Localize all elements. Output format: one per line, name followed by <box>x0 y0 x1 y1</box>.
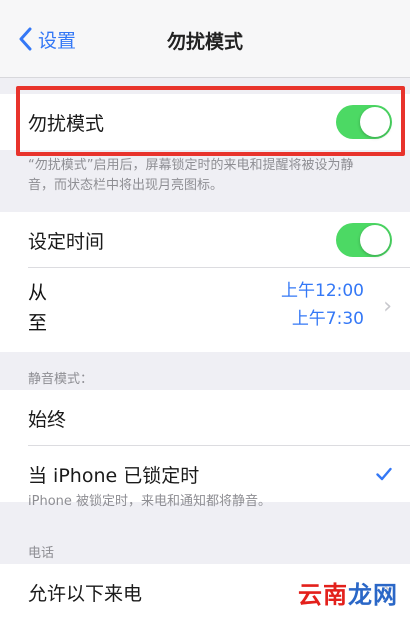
schedule-row: 设定时间 <box>0 212 410 268</box>
from-time: 上午12:00 <box>281 281 364 301</box>
to-label: 至 <box>28 312 48 334</box>
time-range-row[interactable]: 从 至 上午12:00 上午7:30 › <box>0 268 410 352</box>
checkmark-icon <box>376 467 392 481</box>
navigation-bar: 设置 勿扰模式 <box>0 0 410 78</box>
schedule-label: 设定时间 <box>28 230 105 253</box>
locked-label: 当 iPhone 已锁定时 <box>28 464 200 487</box>
schedule-toggle[interactable] <box>336 223 392 257</box>
watermark-text-2: 龙网 <box>348 580 398 609</box>
silence-header: 静音模式： <box>28 372 94 387</box>
schedule-group: 设定时间 从 至 上午12:00 上午7:30 › <box>0 212 410 352</box>
allow-calls-label: 允许以下来电 <box>28 582 143 605</box>
page-title: 勿扰模式 <box>166 31 243 53</box>
always-label: 始终 <box>28 408 67 431</box>
watermark-text-1: 云南 <box>298 580 348 609</box>
dnd-footnote: “勿扰模式”启用后，屏幕锁定时的来电和提醒将被设为静音，而状态栏中将出现月亮图标… <box>28 158 354 193</box>
toggle-knob <box>360 225 390 255</box>
chevron-right-icon: › <box>383 294 392 319</box>
silence-footnote: iPhone 被锁定时，来电和通知都将静音。 <box>28 494 272 509</box>
watermark-logo: 云南龙网 <box>298 575 398 610</box>
silence-option-always[interactable]: 始终 <box>0 390 410 446</box>
silence-group: 始终 当 iPhone 已锁定时 <box>0 390 410 502</box>
from-label: 从 <box>28 282 48 304</box>
highlight-frame <box>16 86 405 156</box>
to-time: 上午7:30 <box>291 309 364 329</box>
phone-header: 电话 <box>28 546 55 561</box>
